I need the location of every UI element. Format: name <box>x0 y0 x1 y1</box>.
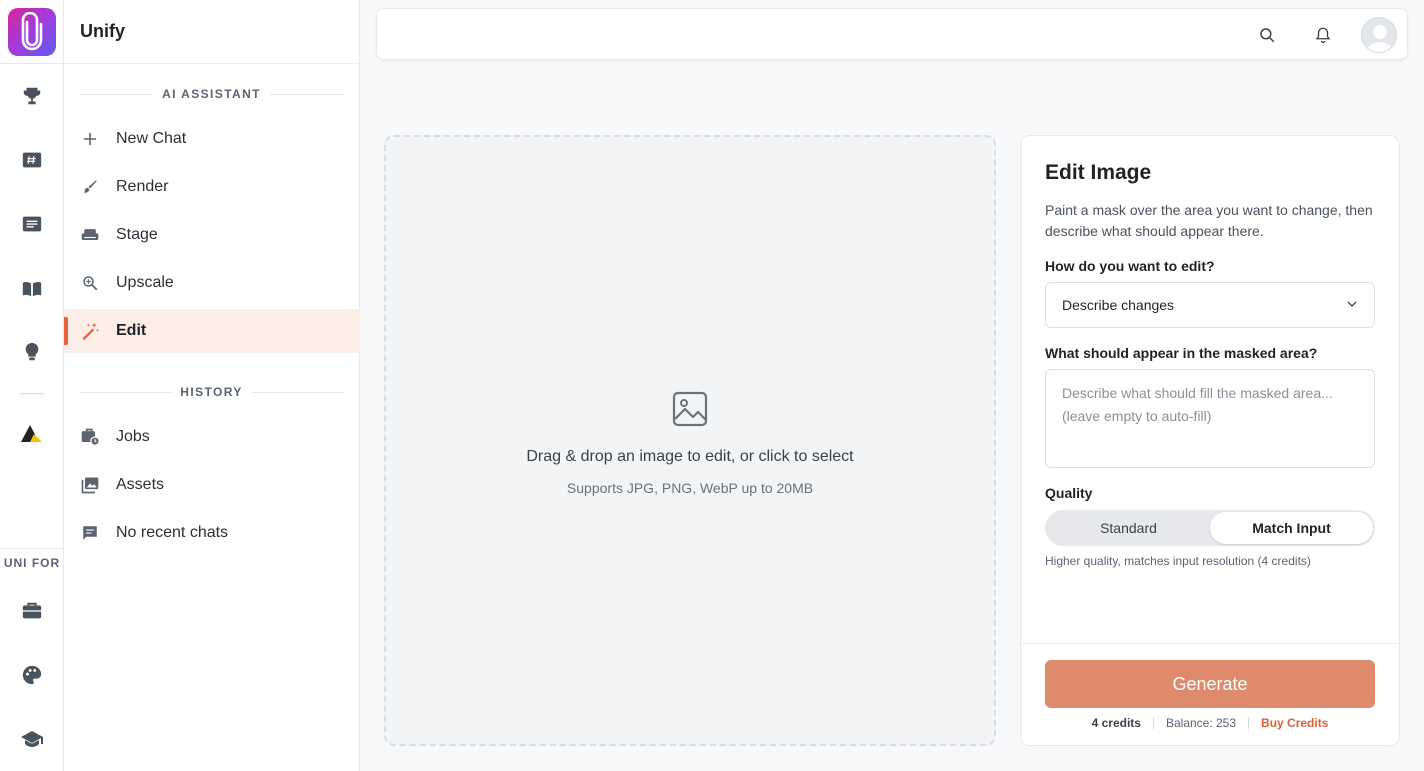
zoom-in-icon <box>80 273 100 293</box>
credit-balance: Balance: 253 <box>1165 716 1237 730</box>
hashtag-card-icon[interactable] <box>20 148 44 172</box>
credit-cost: 4 credits <box>1091 716 1141 730</box>
panel-description: Paint a mask over the area you want to c… <box>1045 202 1373 239</box>
book-icon[interactable] <box>20 277 44 301</box>
rail-divider <box>20 393 44 394</box>
edit-mode-label: How do you want to edit? <box>1045 258 1215 274</box>
credits-row: 4 credits Balance: 253 Buy Credits <box>1021 716 1399 730</box>
jobs-icon <box>80 427 100 447</box>
sidebar-item-label: Assets <box>116 476 165 493</box>
sidebar-divider <box>64 63 360 64</box>
section-heading-ai-assistant: AI ASSISTANT <box>80 87 343 101</box>
quality-option-standard[interactable]: Standard <box>1047 512 1210 544</box>
edit-mode-select[interactable]: Describe changes <box>1045 282 1375 328</box>
sidebar-item-assets[interactable]: Assets <box>64 463 360 507</box>
rail-section-label: UNI FOR <box>3 556 61 570</box>
quality-option-match-input[interactable]: Match Input <box>1210 512 1373 544</box>
paperclip-logo-icon <box>21 12 43 51</box>
generate-button[interactable]: Generate <box>1045 660 1375 708</box>
rail-divider <box>0 63 64 64</box>
top-bar <box>376 8 1408 60</box>
sidebar-item-label: Upscale <box>116 274 174 291</box>
chat-icon <box>80 523 100 543</box>
quality-hint: Higher quality, matches input resolution… <box>1045 554 1311 568</box>
dropzone-title: Drag & drop an image to edit, or click t… <box>526 448 854 465</box>
sidebar-item-label: Jobs <box>116 428 150 445</box>
icon-rail: UNI FOR <box>0 0 64 771</box>
buy-credits-link[interactable]: Buy Credits <box>1261 716 1328 730</box>
magic-wand-icon <box>80 321 100 341</box>
sidebar-item-jobs[interactable]: Jobs <box>64 415 360 459</box>
sidebar-item-label: New Chat <box>116 130 187 147</box>
news-icon[interactable] <box>20 212 44 236</box>
sidebar-item-label: Render <box>116 178 169 195</box>
sidebar-item-stage[interactable]: Stage <box>64 213 360 257</box>
palette-icon[interactable] <box>20 663 44 687</box>
prompt-textarea[interactable] <box>1045 369 1375 468</box>
edit-mode-value: Describe changes <box>1062 297 1175 313</box>
sidebar-item-recent-chats[interactable]: No recent chats <box>64 511 360 555</box>
section-heading-history: HISTORY <box>80 385 344 399</box>
trophy-icon[interactable] <box>20 84 44 108</box>
sidebar-item-label: No recent chats <box>116 524 229 541</box>
sidebar: Unify AI ASSISTANT New Chat Render Stage… <box>64 0 360 771</box>
brush-icon <box>80 177 100 197</box>
dropzone-subtitle: Supports JPG, PNG, WebP up to 20MB <box>566 480 814 496</box>
quality-label: Quality <box>1045 485 1093 501</box>
rail-divider <box>0 548 64 549</box>
briefcase-icon[interactable] <box>20 599 44 623</box>
app-logo[interactable] <box>8 8 56 56</box>
sidebar-item-new-chat[interactable]: New Chat <box>64 117 360 161</box>
image-dropzone[interactable]: Drag & drop an image to edit, or click t… <box>384 135 996 746</box>
avatar[interactable] <box>1361 17 1397 53</box>
quality-toggle: Standard Match Input <box>1045 510 1375 546</box>
sidebar-item-label: Edit <box>116 322 147 339</box>
graduation-cap-icon[interactable] <box>20 727 44 751</box>
edit-image-panel: Edit Image Paint a mask over the area yo… <box>1020 135 1400 746</box>
triangle-logo-icon[interactable] <box>20 422 44 446</box>
prompt-label: What should appear in the masked area? <box>1045 345 1318 361</box>
photo-library-icon <box>80 475 100 495</box>
search-icon[interactable] <box>1257 25 1277 45</box>
sidebar-item-upscale[interactable]: Upscale <box>64 261 360 305</box>
panel-divider <box>1021 643 1399 644</box>
image-icon <box>672 391 708 427</box>
user-silhouette-icon <box>1366 25 1394 52</box>
sidebar-item-render[interactable]: Render <box>64 165 360 209</box>
sidebar-item-edit[interactable]: Edit <box>64 309 360 353</box>
sofa-icon <box>80 225 100 245</box>
chevron-down-icon <box>1346 297 1358 313</box>
bell-icon[interactable] <box>1313 25 1333 45</box>
panel-title: Edit Image <box>1045 161 1152 184</box>
plus-icon <box>80 129 100 149</box>
sidebar-item-label: Stage <box>116 226 158 243</box>
lightbulb-icon[interactable] <box>20 340 44 364</box>
app-name: Unify <box>80 21 125 41</box>
